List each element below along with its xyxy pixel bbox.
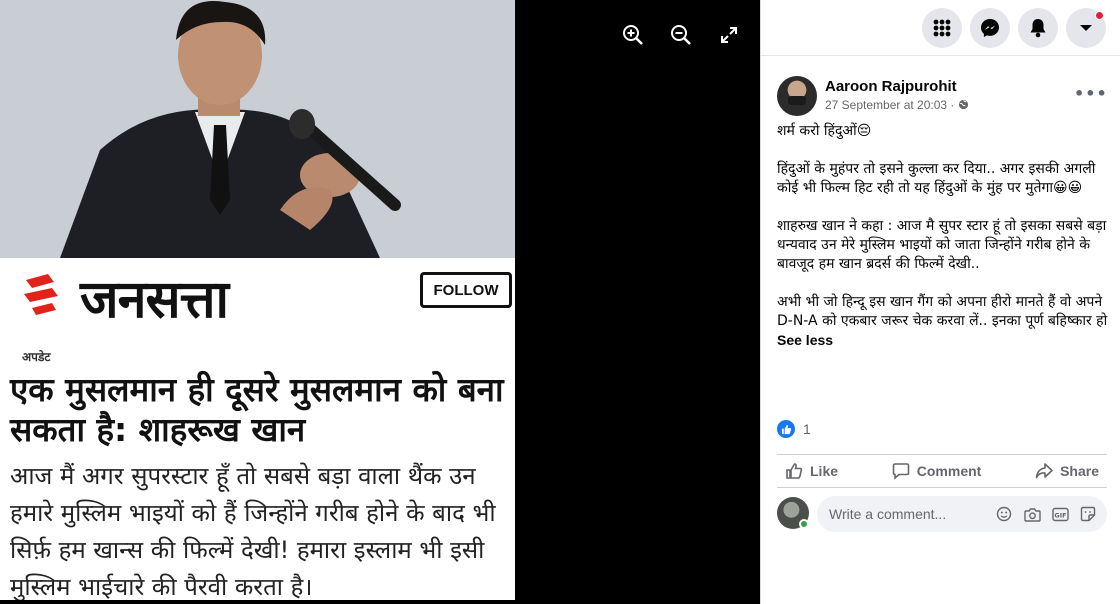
article-body: आज मैं अगर सुपरस्टार हूँ तो सबसे बड़ा वा…	[10, 462, 496, 600]
zoom-out-icon[interactable]	[668, 22, 694, 48]
menu-grid-icon[interactable]	[922, 7, 962, 48]
thumbs-up-icon	[786, 463, 803, 479]
globe-icon	[958, 99, 968, 110]
svg-text:GIF: GIF	[1054, 511, 1066, 519]
author-name[interactable]: Aaroon Rajpurohit	[825, 78, 957, 95]
comment-placeholder: Write a comment...	[829, 506, 947, 522]
comment-input[interactable]: Write a comment... GIF	[817, 496, 1107, 532]
reaction-count: 1	[803, 421, 811, 437]
post-date-text[interactable]: 27 September at 20:03 ·	[825, 98, 958, 112]
article-headline: एक मुसलमान ही दूसरे मुसलमान को बना सकता …	[10, 370, 504, 449]
brand-name: जनसत्ता	[80, 270, 229, 330]
gif-icon[interactable]: GIF	[1051, 505, 1069, 523]
speaker-photo	[0, 0, 515, 258]
photo-viewer: जनसत्ता FOLLOW अपडेट एक मुसलमान ही दूसरे…	[0, 0, 760, 604]
post-photo[interactable]: जनसत्ता FOLLOW अपडेट एक मुसलमान ही दूसरे…	[0, 0, 515, 600]
reactions-summary[interactable]: 1	[777, 420, 811, 438]
see-less-link[interactable]: See less	[777, 332, 833, 348]
messenger-icon[interactable]	[970, 7, 1010, 48]
share-label: Share	[1060, 463, 1099, 479]
viewer-controls	[620, 22, 742, 48]
sticker-icon[interactable]	[1079, 505, 1097, 523]
kicker-label: अपडेट	[22, 350, 51, 364]
author-avatar[interactable]	[777, 76, 817, 116]
zoom-in-icon[interactable]	[620, 22, 646, 48]
share-icon	[1035, 463, 1053, 479]
like-reaction-icon	[777, 420, 795, 438]
post-paragraph: शाहरुख खान ने कहा : आज मै सुपर स्टार हूं…	[777, 218, 1107, 272]
post-paragraph: हिंदुओं के मुहंपर तो इसने कुल्ला कर दिया…	[777, 161, 1096, 196]
news-card: जनसत्ता FOLLOW अपडेट एक मुसलमान ही दूसरे…	[0, 258, 515, 600]
comment-tools: GIF	[995, 505, 1107, 523]
notification-dot	[1095, 10, 1104, 20]
follow-button: FOLLOW	[420, 272, 512, 308]
post-paragraph: अभी भी जो हिन्दू इस खान गैंग को अपना हीर…	[777, 293, 1113, 351]
like-label: Like	[810, 463, 839, 479]
post-header: Aaroon Rajpurohit 27 September at 20:03 …	[777, 76, 1108, 116]
fullscreen-icon[interactable]	[716, 22, 742, 48]
post-text: शर्म करो हिंदुओं😔 हिंदुओं के मुहंपर तो इ…	[777, 122, 1113, 370]
comment-button[interactable]: Comment	[884, 458, 990, 484]
account-chevron-icon[interactable]	[1066, 7, 1106, 48]
comment-composer: Write a comment... GIF	[777, 496, 1107, 532]
post-paragraph-text: अभी भी जो हिन्दू इस खान गैंग को अपना हीर…	[777, 294, 1108, 329]
share-button[interactable]: Share	[1027, 458, 1107, 484]
post-actions: Like Comment Share	[777, 454, 1107, 488]
top-nav-bar	[761, 0, 1120, 56]
like-button[interactable]: Like	[777, 458, 846, 484]
post-panel: Aaroon Rajpurohit 27 September at 20:03 …	[760, 0, 1120, 604]
camera-icon[interactable]	[1023, 505, 1041, 523]
emoji-icon[interactable]	[995, 505, 1013, 523]
post-date[interactable]: 27 September at 20:03 ·	[825, 98, 969, 112]
online-status-dot	[799, 519, 809, 529]
comment-label: Comment	[916, 463, 982, 479]
jansatta-logo-icon	[24, 274, 58, 315]
notifications-icon[interactable]	[1018, 7, 1058, 48]
comment-icon	[892, 463, 910, 480]
post-paragraph: शर्म करो हिंदुओं😔	[777, 123, 872, 139]
more-options-button[interactable]: •••	[1074, 84, 1107, 108]
